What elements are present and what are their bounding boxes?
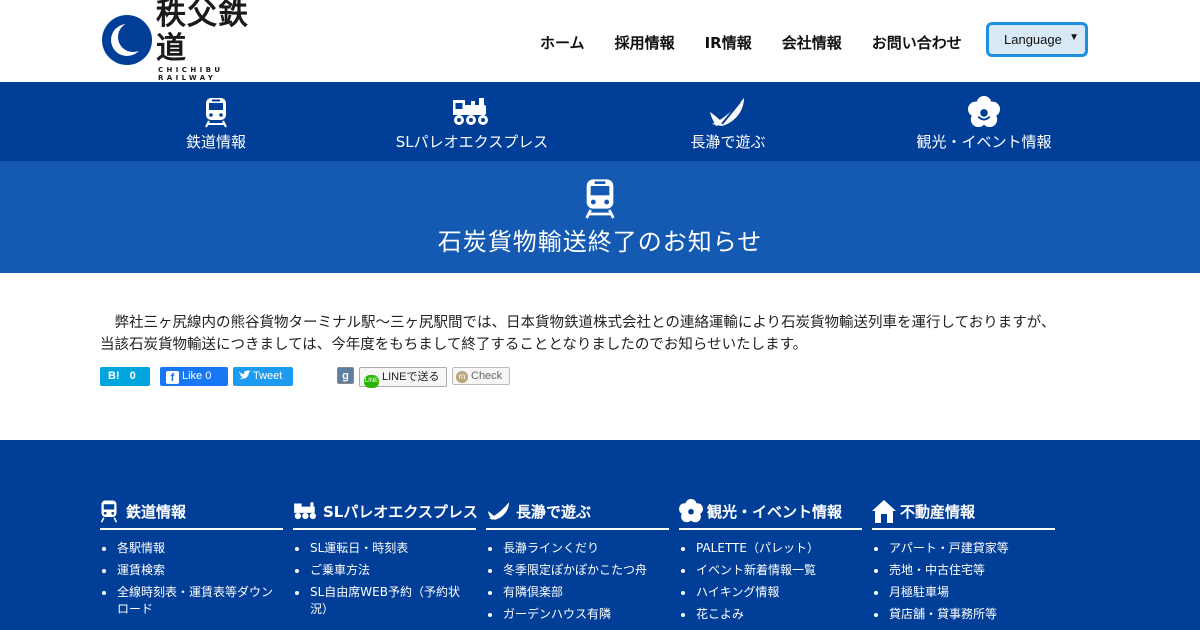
footer-link[interactable]: ガーデンハウス有隣: [486, 606, 669, 623]
facebook-icon: f: [166, 371, 179, 384]
page-title-band: 石炭貨物輸送終了のお知らせ: [0, 161, 1200, 273]
mainnav-tourism[interactable]: 観光・イベント情報: [864, 82, 1104, 161]
site-logo[interactable]: 秩父鉄道 CHICHIBU RAILWAY: [102, 0, 277, 82]
footer-link[interactable]: アパート・戸建貸家等: [872, 540, 1055, 557]
mainnav-sl-label: SLパレオエクスプレス: [395, 133, 549, 151]
logo-subtitle: CHICHIBU RAILWAY: [158, 66, 224, 82]
article-body: 弊社三ヶ尻線内の熊谷貨物ターミナル駅～三ヶ尻駅間では、日本貨物鉄道株式会社との連…: [100, 312, 1100, 356]
language-label: Language: [1004, 32, 1062, 47]
footer-link[interactable]: イベント新着情報一覧: [679, 562, 862, 579]
mainnav-sl-paleo[interactable]: SLパレオエクスプレス: [352, 82, 592, 161]
page-title: 石炭貨物輸送終了のお知らせ: [437, 228, 763, 256]
footer-col-sl: SLパレオエクスプレス SL運転日・時刻表 ご乗車方法 SL自由席WEB予約（予…: [293, 500, 478, 623]
mainnav-nagatoro-label: 長瀞で遊ぶ: [690, 133, 766, 151]
footer-heading-tourism[interactable]: 観光・イベント情報: [679, 499, 862, 530]
footer-link[interactable]: SL自由席WEB予約（予約状況）: [293, 584, 476, 618]
footer-heading-sl[interactable]: SLパレオエクスプレス: [293, 500, 478, 530]
footer-heading-label: 長瀞で遊ぶ: [516, 502, 592, 521]
footer-link[interactable]: SL運転日・時刻表: [293, 540, 476, 557]
line-share-label: LINEで送る: [382, 371, 440, 383]
nav-home[interactable]: ホーム: [525, 32, 600, 53]
footer-col-railway: 鉄道情報 各駅情報 運賃検索 全線時刻表・運賃表等ダウンロード: [100, 500, 283, 623]
footer-heading-railway[interactable]: 鉄道情報: [100, 500, 283, 530]
nav-company[interactable]: 会社情報: [767, 32, 857, 53]
footer-heading-label: 観光・イベント情報: [707, 502, 843, 521]
language-select[interactable]: Language ▼: [986, 22, 1088, 57]
mainnav-nagatoro[interactable]: 長瀞で遊ぶ: [608, 82, 848, 161]
nav-ir[interactable]: IR情報: [690, 32, 767, 53]
footer-link[interactable]: 全線時刻表・運賃表等ダウンロード: [100, 584, 283, 618]
line-icon: LINE: [364, 375, 379, 388]
google-icon: g: [342, 370, 349, 382]
mainnav-tourism-label: 観光・イベント情報: [916, 133, 1052, 151]
article-paragraph-line1: 弊社三ヶ尻線内の熊谷貨物ターミナル駅～三ヶ尻駅間では、日本貨物鉄道株式会社との連…: [100, 315, 1056, 331]
footer-link[interactable]: 冬季限定ぽかぽかこたつ舟: [486, 562, 669, 579]
mixi-icon: m: [456, 371, 468, 383]
footer-col-tourism: 観光・イベント情報 PALETTE（パレット） イベント新着情報一覧 ハイキング…: [679, 499, 862, 628]
footer-link[interactable]: 花こよみ: [679, 606, 862, 623]
top-nav: ホーム 採用情報 IR情報 会社情報 お問い合わせ: [525, 32, 977, 53]
nav-recruit[interactable]: 採用情報: [600, 32, 690, 53]
footer-link[interactable]: ハイキング情報: [679, 584, 862, 601]
google-bookmark-button[interactable]: g: [337, 367, 354, 384]
boat-leaf-icon: [487, 502, 509, 520]
hatena-icon: B!: [108, 370, 120, 382]
dropdown-caret-icon: ▼: [1069, 32, 1079, 43]
logo-mark-icon: [102, 15, 152, 65]
footer-link[interactable]: 売地・中古住宅等: [872, 562, 1055, 579]
hatena-count: 0: [129, 370, 136, 382]
train-icon: [585, 179, 615, 219]
twitter-bird-icon: [239, 370, 251, 379]
footer-link[interactable]: 各駅情報: [100, 540, 283, 557]
steam-locomotive-icon: [453, 98, 488, 125]
mainnav-railway-label: 鉄道情報: [185, 133, 246, 151]
tweet-button[interactable]: Tweet: [233, 367, 293, 386]
mixi-check-button[interactable]: m Check: [452, 367, 510, 385]
tweet-label: Tweet: [253, 370, 283, 382]
footer-link[interactable]: 月極駐車場: [872, 584, 1055, 601]
site-header: 秩父鉄道 CHICHIBU RAILWAY ホーム 採用情報 IR情報 会社情報…: [0, 0, 1200, 82]
footer-heading-label: SLパレオエクスプレス: [323, 502, 478, 521]
flower-icon: [968, 96, 1000, 128]
footer-link[interactable]: 有隣倶楽部: [486, 584, 669, 601]
footer-col-nagatoro: 長瀞で遊ぶ 長瀞ラインくだり 冬季限定ぽかぽかこたつ舟 有隣倶楽部 ガーデンハウ…: [486, 500, 669, 628]
footer-heading-nagatoro[interactable]: 長瀞で遊ぶ: [486, 500, 669, 530]
footer-link[interactable]: PALETTE（パレット）: [679, 540, 862, 557]
site-footer: 鉄道情報 各駅情報 運賃検索 全線時刻表・運賃表等ダウンロード SLパレオエクス…: [0, 440, 1200, 630]
footer-heading-label: 不動産情報: [900, 502, 976, 521]
fb-like-count: 0: [205, 370, 212, 382]
footer-link[interactable]: ご乗車方法: [293, 562, 476, 579]
nav-contact[interactable]: お問い合わせ: [857, 32, 977, 53]
footer-col-realestate: 不動産情報 アパート・戸建貸家等 売地・中古住宅等 月極駐車場 貸店舗・貸事務所…: [872, 500, 1055, 628]
house-icon: [872, 500, 896, 523]
logo-title: 秩父鉄道: [156, 0, 249, 66]
fb-like-label: Like: [182, 370, 203, 382]
flower-icon: [679, 499, 703, 523]
footer-link[interactable]: 運賃検索: [100, 562, 283, 579]
main-nav: 鉄道情報 SLパレオエクスプレス 長瀞で遊ぶ 観光・イベント情報: [0, 82, 1200, 161]
boat-leaf-icon: [710, 98, 744, 126]
steam-locomotive-icon: [294, 502, 316, 520]
footer-heading-realestate[interactable]: 不動産情報: [872, 500, 1055, 530]
footer-link[interactable]: 長瀞ラインくだり: [486, 540, 669, 557]
footer-link[interactable]: 貸店舗・貸事務所等: [872, 606, 1055, 623]
footer-heading-label: 鉄道情報: [126, 502, 187, 521]
train-icon: [205, 98, 227, 128]
mainnav-railway[interactable]: 鉄道情報: [96, 82, 336, 161]
hatena-bookmark-button[interactable]: B! 0: [100, 367, 150, 386]
train-icon: [100, 500, 118, 523]
line-share-button[interactable]: LINE LINEで送る: [359, 367, 447, 388]
article-paragraph-line2: 当該石炭貨物輸送につきましては、今年度をもちまして終了することとなりましたのでお…: [100, 337, 808, 353]
facebook-like-button[interactable]: f Like 0: [160, 367, 228, 386]
mixi-check-label: Check: [471, 370, 503, 382]
